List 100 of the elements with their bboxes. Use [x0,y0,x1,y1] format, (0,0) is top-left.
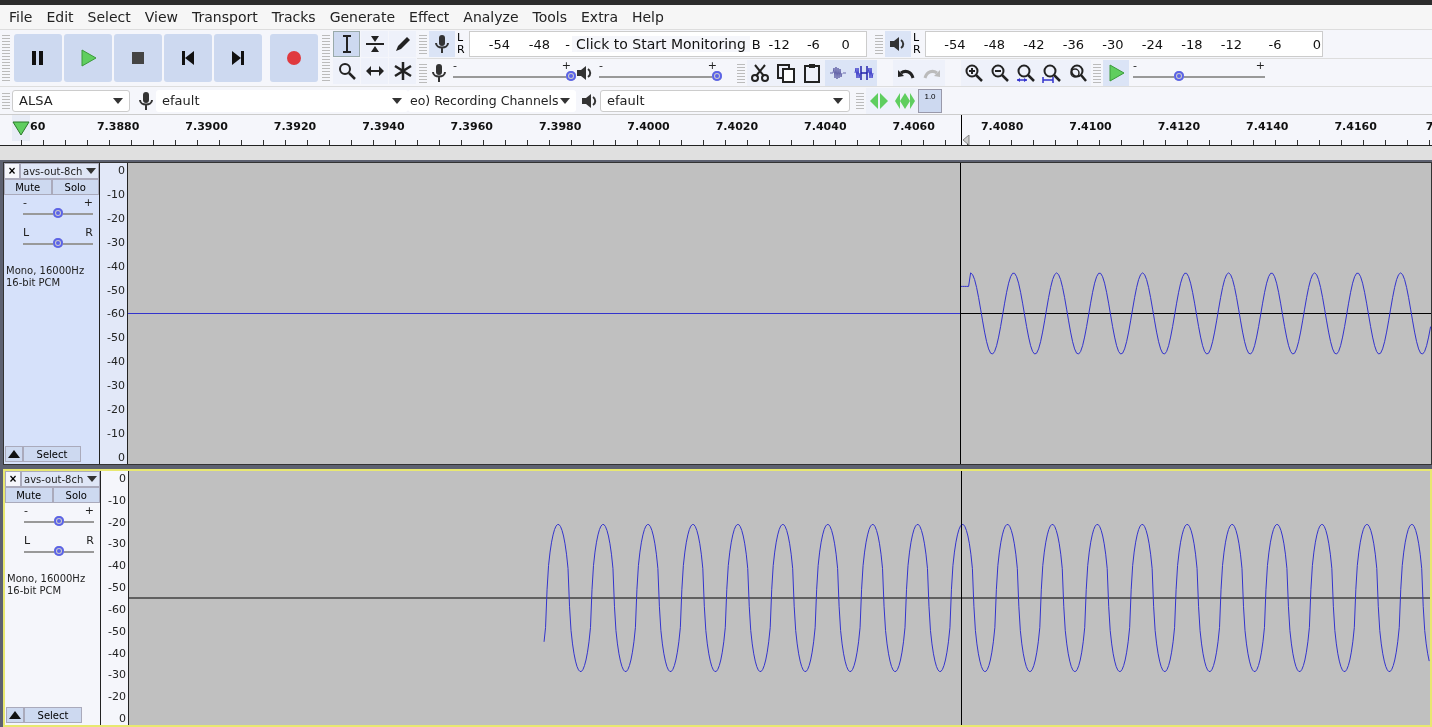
menu-item[interactable]: Effect [402,9,457,25]
play-head-button[interactable] [12,115,30,141]
toolbar-grip[interactable] [322,33,330,83]
trim-button[interactable] [825,60,851,86]
ruler-label: 7.4000 [626,120,671,133]
play-meter-button[interactable] [885,31,911,57]
scale-label: -30 [108,668,126,682]
slider-thumb[interactable] [54,546,64,556]
zoom-in-button[interactable] [961,60,987,86]
slider-thumb[interactable] [1174,71,1185,81]
play-icon [78,48,98,68]
playback-speed-button[interactable]: 1.0 [918,88,942,113]
scale-label: 0 [119,711,126,725]
scale-label: -50 [107,283,125,297]
select-button[interactable]: Select [23,446,81,462]
recording-device-dropdown[interactable]: efault [156,89,408,112]
toolbar-grip[interactable] [875,33,883,55]
menu-item[interactable]: Tracks [264,9,323,25]
collapse-button[interactable] [5,446,23,462]
track-panel[interactable]: × avs-out-8ch Mute Solo - + L R Mono, 16000Hz 16-bit PCM Select [5,471,101,725]
menu-item[interactable]: Analyze [456,9,526,25]
solo-button[interactable]: Solo [51,179,99,195]
zoom-toggle-button[interactable] [1065,60,1091,86]
ruler-label: 7.3900 [184,120,229,133]
menu-item[interactable]: Select [80,9,138,25]
track-panel[interactable]: × avs-out-8ch Mute Solo - + L R Mono, 16000Hz 16-bit PCM Select [4,163,100,464]
audio-host-dropdown[interactable]: ALSA [12,89,130,112]
menu-item[interactable]: Extra [574,9,625,25]
ruler-label: 7.3880 [95,120,141,133]
playback-device-dropdown[interactable]: efault [600,89,850,112]
toolbar-grip[interactable] [1093,62,1101,84]
toolbar-grip[interactable] [737,62,745,84]
toolbar-grip[interactable] [2,90,10,111]
monitor-hint[interactable]: Click to Start Monitoring [572,36,750,52]
min-label: - [1133,59,1137,72]
tool-button[interactable] [333,58,360,84]
triangle-up-icon [8,450,20,458]
slider-thumb[interactable] [566,71,576,81]
menu-item[interactable]: View [137,9,185,25]
close-track-button[interactable]: × [5,471,21,487]
tool-button[interactable] [333,31,360,57]
slider-thumb[interactable] [53,238,63,248]
channel-label: R [913,44,922,56]
menu-item[interactable]: Tools [525,9,574,25]
skip-end-button[interactable] [214,34,262,82]
ruler-label: 7.3940 [361,120,406,133]
slider-thumb[interactable] [712,71,722,81]
channel-label: L [913,32,921,44]
pause-button[interactable] [14,34,62,82]
toolbar-grip[interactable] [419,62,427,84]
slider-thumb[interactable] [53,208,63,218]
max-label: R [85,226,93,239]
slider-thumb[interactable] [54,516,64,526]
track-name-menu[interactable]: avs-out-8ch [21,471,100,487]
close-track-button[interactable]: × [4,163,20,179]
zoom-out-icon [990,63,1010,83]
track-name-menu[interactable]: avs-out-8ch [20,163,99,179]
meter-tick: -12 [767,36,790,52]
tool-button[interactable] [361,31,388,57]
channel-label: L [457,32,465,44]
select-button[interactable]: Select [24,707,82,723]
stop-button[interactable] [114,34,162,82]
mute-button[interactable]: Mute [5,487,53,503]
undo-button[interactable] [893,60,919,86]
mute-button[interactable]: Mute [4,179,52,195]
record-button[interactable] [270,34,318,82]
collapse-button[interactable] [6,707,24,723]
ruler-label: 7.3960 [449,120,494,133]
skip-start-button[interactable] [164,34,212,82]
meter-tick: -36 [1061,36,1084,52]
ruler-label: 7.4160 [1333,120,1378,133]
caret-icon [113,97,123,104]
playback-meter[interactable]: -54 -48 -42 -36 -30 -24 -18 -12 -6 0 [925,31,1323,57]
cut-button[interactable] [747,60,773,86]
paste-button[interactable] [799,60,825,86]
recording-channels-dropdown[interactable]: eo) Recording Channels [408,89,576,112]
solo-button[interactable]: Solo [52,487,100,503]
tool-button[interactable] [389,31,416,57]
menu-item[interactable]: File [2,9,40,25]
tool-button[interactable] [389,58,416,84]
play-at-speed-button[interactable] [1103,60,1129,86]
toolbar-grip[interactable] [419,33,427,55]
vertical-scale[interactable]: 0 -10 -20 -30 -40 -50 -60 -50 -40 -30 -20 0 [101,471,129,725]
ruler-label: 7.4040 [803,120,848,133]
scale-label: -30 [108,537,126,551]
toolbar-grip[interactable] [856,90,864,111]
menu-item[interactable]: Generate [322,9,403,25]
triangle-icon [12,120,30,136]
meter-tick: -18 [1180,36,1203,52]
vertical-scale[interactable]: 0 -10 -20 -30 -40 -50 -60 -50 -40 -30 -20 -10 0 [100,163,128,464]
caret-icon [87,476,97,482]
record-meter[interactable]: -54 -48 - Click to Start Monitoring B -12 -6 0 [469,31,867,57]
menu-item[interactable]: Edit [39,9,81,25]
record-meter-button[interactable] [429,31,455,57]
menu-item[interactable]: Help [624,9,671,25]
ruler-label: 7 [1424,120,1432,133]
tool-button[interactable] [361,58,388,84]
menu-item[interactable]: Transport [185,9,265,25]
silence-button[interactable] [851,60,877,86]
meter-tick: B [751,36,760,52]
